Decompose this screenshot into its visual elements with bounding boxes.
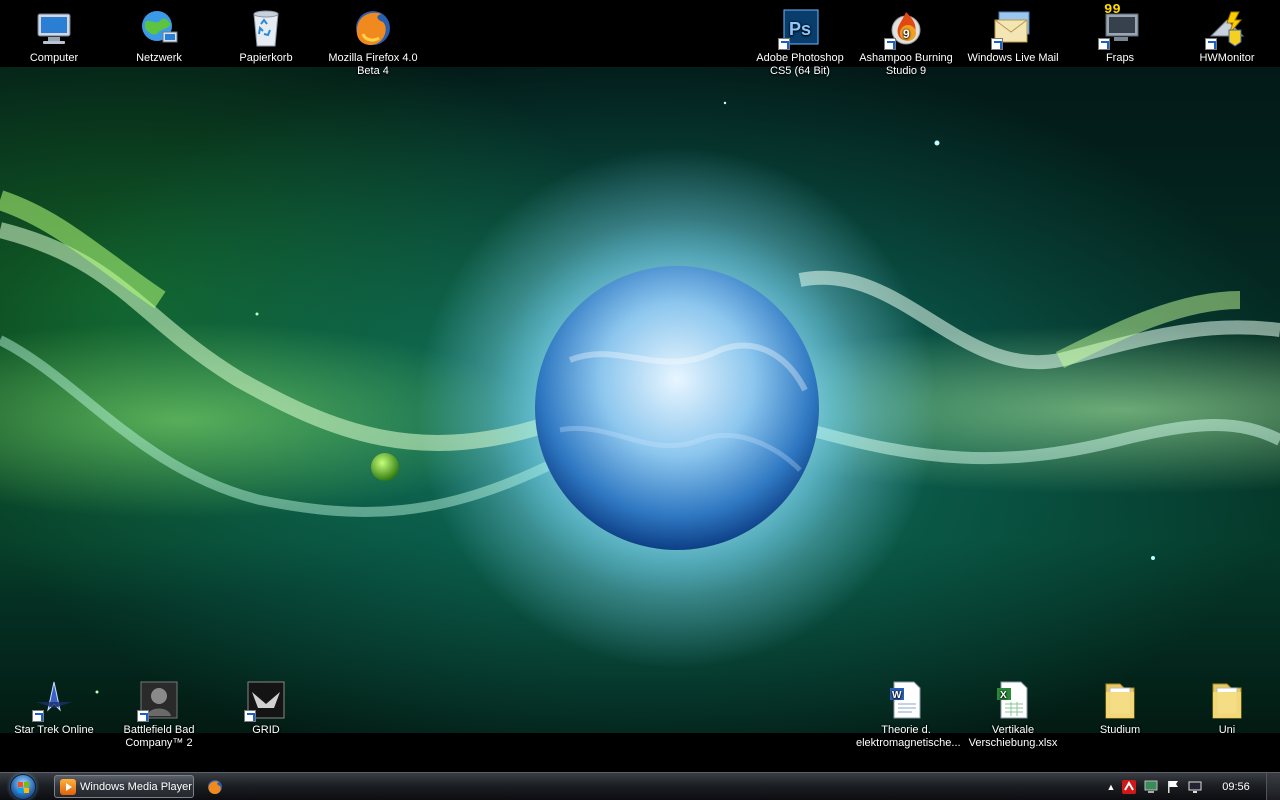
shortcut-arrow-icon	[1098, 38, 1110, 50]
icon-label: Mozilla Firefox 4.0	[328, 52, 418, 64]
desktop-icon-folder-studium[interactable]: Studium	[1070, 678, 1170, 737]
icon-label: Papierkorb	[239, 52, 293, 64]
shortcut-arrow-icon	[884, 38, 896, 50]
desktop-icon-firefox[interactable]: Mozilla Firefox 4.0 Beta 4	[323, 6, 423, 78]
taskbar-button-label: Windows Media Player	[80, 780, 192, 793]
shortcut-arrow-icon	[991, 38, 1003, 50]
taskbar-button-windows-media-player[interactable]: Windows Media Player	[54, 775, 194, 798]
star-trek-delta-icon	[32, 678, 76, 722]
desktop-icon-photoshop[interactable]: Ps Adobe Photoshop CS5 (64 Bit)	[750, 6, 850, 78]
svg-text:9: 9	[903, 27, 910, 41]
mail-envelope-icon	[991, 6, 1035, 50]
grid-game-icon	[244, 678, 288, 722]
icon-label: GRID	[252, 724, 280, 736]
icon-label-line2: Studio 9	[885, 65, 927, 77]
fraps-fps-counter: 99	[1104, 2, 1121, 18]
antivirus-tray-icon[interactable]	[1121, 779, 1137, 795]
desktop-icon-hwmonitor[interactable]: HWMonitor	[1177, 6, 1277, 65]
desktop-icon-folder-uni[interactable]: Uni	[1177, 678, 1277, 737]
computer-icon	[32, 6, 76, 50]
wallpaper-art	[0, 101, 1280, 694]
shortcut-arrow-icon	[32, 710, 44, 722]
icon-label: Computer	[29, 52, 79, 64]
svg-text:X: X	[1000, 690, 1007, 701]
tray-expand-arrow-icon[interactable]: ▲	[1104, 782, 1118, 792]
icon-label: Fraps	[1105, 52, 1135, 64]
desktop-icon-computer[interactable]: Computer	[4, 6, 104, 65]
photoshop-icon: Ps	[778, 6, 822, 50]
shortcut-arrow-icon	[1205, 38, 1217, 50]
hwmonitor-icon	[1205, 6, 1249, 50]
icon-label: Star Trek Online	[14, 724, 94, 736]
shortcut-arrow-icon	[244, 710, 256, 722]
fraps-icon: 99	[1098, 2, 1142, 50]
action-center-flag-icon[interactable]	[1165, 779, 1181, 795]
monitor-tray-icon[interactable]	[1143, 779, 1159, 795]
clock[interactable]: 09:56	[1206, 781, 1266, 793]
desktop-icon-battlefield[interactable]: Battlefield Bad Company™ 2	[109, 678, 209, 750]
icon-label: HWMonitor	[1199, 52, 1255, 64]
ashampoo-flame-icon: 9	[884, 6, 928, 50]
svg-text:Ps: Ps	[789, 19, 811, 39]
taskbar: Windows Media Player ▲ 09:56	[0, 772, 1280, 800]
show-desktop-button[interactable]	[1266, 773, 1280, 800]
network-tray-icon[interactable]	[1187, 779, 1203, 795]
desktop-icon-fraps[interactable]: 99 Fraps	[1070, 2, 1170, 65]
desktop[interactable]: Computer Netzwerk Papierkorb Mozilla Fir…	[0, 0, 1280, 772]
system-tray: ▲ 09:56	[1104, 773, 1280, 800]
icon-label: Battlefield Bad	[123, 724, 195, 736]
icon-label: Netzwerk	[136, 52, 182, 64]
icon-label-line2: Beta 4	[357, 65, 389, 77]
icon-label: Vertikale	[991, 724, 1035, 736]
folder-icon	[1205, 678, 1249, 722]
icon-label-line2: Company™ 2	[125, 737, 193, 749]
svg-text:W: W	[892, 690, 902, 701]
battlefield-soldier-icon	[137, 678, 181, 722]
folder-icon	[1098, 678, 1142, 722]
icon-label: Theorie d.	[881, 724, 931, 736]
quicklaunch-firefox-icon[interactable]	[207, 779, 223, 795]
media-player-icon	[60, 778, 76, 795]
firefox-icon	[351, 6, 395, 50]
icon-label: Windows Live Mail	[967, 52, 1059, 64]
excel-spreadsheet-icon: X	[991, 678, 1035, 722]
windows-logo-icon	[10, 774, 36, 800]
icon-label-line2: elektromagnetische...	[856, 737, 961, 749]
desktop-icon-star-trek-online[interactable]: Star Trek Online	[4, 678, 104, 737]
start-button[interactable]	[4, 773, 42, 800]
shortcut-arrow-icon	[778, 38, 790, 50]
icon-label-line2: Verschiebung.xlsx	[968, 737, 1058, 749]
icon-label-line2: CS5 (64 Bit)	[770, 65, 830, 77]
desktop-icon-recycle-bin[interactable]: Papierkorb	[216, 6, 316, 65]
shortcut-arrow-icon	[137, 710, 149, 722]
desktop-icon-grid[interactable]: GRID	[216, 678, 316, 737]
icon-label: Ashampoo Burning	[859, 52, 953, 64]
icon-label: Studium	[1099, 724, 1141, 736]
desktop-icon-windows-live-mail[interactable]: Windows Live Mail	[963, 6, 1063, 65]
desktop-icon-word-document[interactable]: W Theorie d. elektromagnetische...	[856, 678, 961, 750]
icon-label: Adobe Photoshop	[756, 52, 844, 64]
desktop-icon-ashampoo[interactable]: 9 Ashampoo Burning Studio 9	[856, 6, 956, 78]
desktop-icon-excel-file[interactable]: X Vertikale Verschiebung.xlsx	[963, 678, 1063, 750]
network-globe-icon	[137, 6, 181, 50]
desktop-icon-network[interactable]: Netzwerk	[109, 6, 209, 65]
word-document-icon: W	[884, 678, 928, 722]
recycle-bin-icon	[244, 6, 288, 50]
icon-label: Uni	[1218, 724, 1236, 736]
